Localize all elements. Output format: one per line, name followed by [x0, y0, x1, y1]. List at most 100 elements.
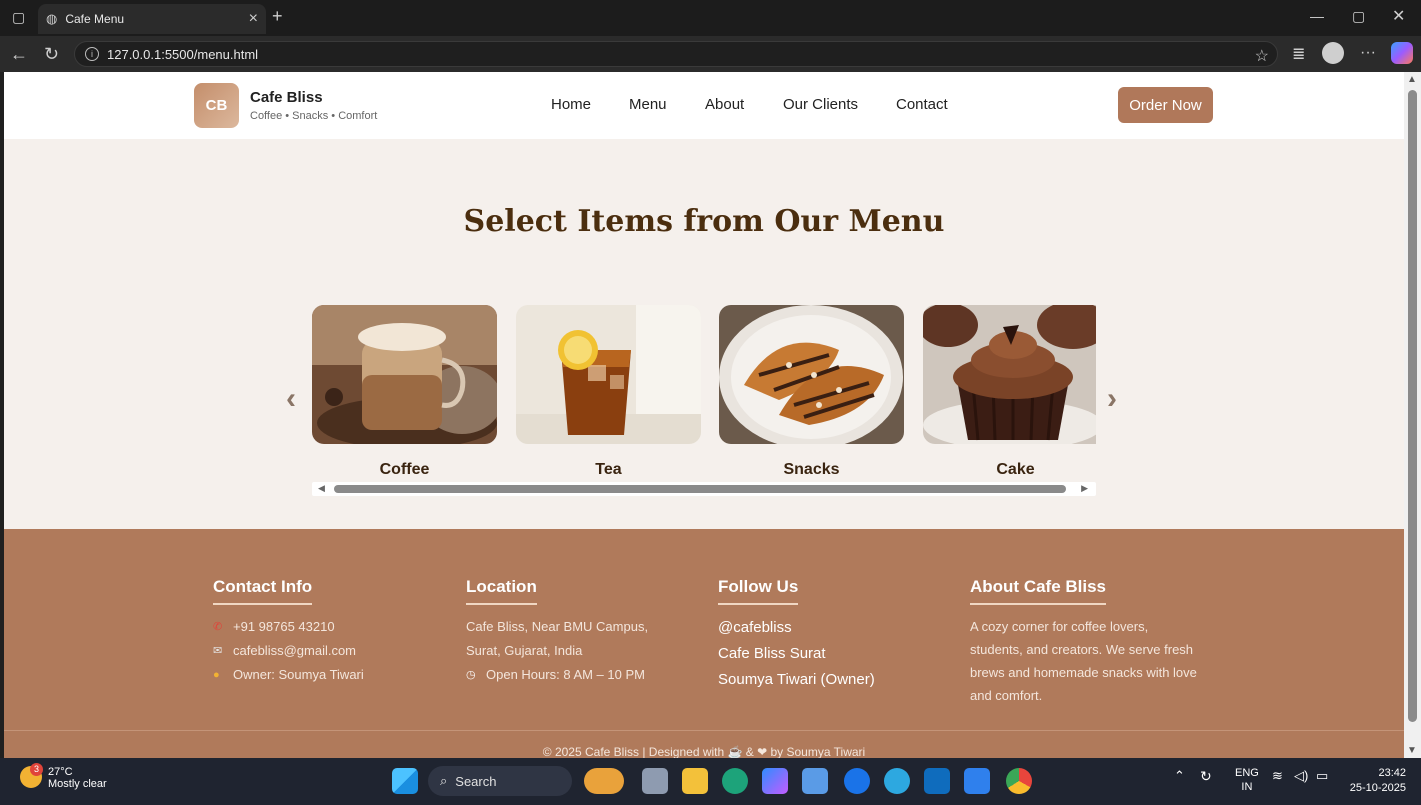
hp-icon[interactable] [844, 768, 870, 794]
email-text: cafebliss@gmail.com [233, 643, 357, 658]
nav-about[interactable]: About [705, 96, 744, 113]
social-link-instagram[interactable]: @cafebliss [718, 619, 875, 636]
wifi-icon[interactable]: ≋ [1272, 768, 1283, 784]
browser-tab[interactable]: ◍ Cafe Menu × [38, 4, 266, 34]
more-icon[interactable]: ··· [1360, 44, 1376, 62]
snacks-image [719, 305, 904, 444]
envelope-icon: ✉ [213, 645, 223, 657]
footer-location: Location Cafe Bliss, Near BMU Campus, Su… [466, 577, 648, 682]
task-view-icon[interactable] [642, 768, 668, 794]
battery-icon[interactable]: ▭ [1316, 768, 1328, 784]
clock-date: 25-10-2025 [1349, 782, 1406, 794]
address-bar[interactable]: i 127.0.0.1:5500/menu.html ☆ [74, 41, 1278, 67]
footer-phone[interactable]: ✆ +91 98765 43210 [213, 619, 364, 634]
url-text: 127.0.0.1:5500/menu.html [107, 46, 259, 62]
menu-card-label: Tea [595, 461, 622, 478]
back-icon[interactable]: ← [10, 44, 28, 65]
page-scroll-thumb[interactable] [1408, 90, 1417, 722]
language-indicator[interactable]: ENG IN [1235, 766, 1259, 794]
nav-our-clients[interactable]: Our Clients [783, 96, 858, 113]
edge-icon[interactable] [722, 768, 748, 794]
nav-contact[interactable]: Contact [896, 96, 948, 113]
carousel-scrollbar[interactable]: ◀ ▶ [312, 482, 1096, 496]
scroll-down-icon[interactable]: ▼ [1407, 745, 1417, 756]
clock-time: 23:42 [1378, 767, 1406, 779]
menu-card-tea[interactable]: Tea [516, 305, 701, 479]
copyright: © 2025 Cafe Bliss | Designed with ☕ & ❤ … [542, 745, 866, 758]
search-label: Search [455, 773, 497, 789]
favorites-icon[interactable]: ≣ [1292, 44, 1305, 64]
menu-card-coffee[interactable]: Coffee [312, 305, 497, 479]
footer-owner: ● Owner: Soumya Tiwari [213, 667, 364, 682]
window-close-icon[interactable]: ✕ [1392, 6, 1405, 26]
close-icon[interactable]: × [249, 10, 258, 28]
page-scrollbar[interactable]: ▲ ▼ [1404, 72, 1421, 758]
file-explorer-icon[interactable] [682, 768, 708, 794]
footer-email[interactable]: ✉ cafebliss@gmail.com [213, 643, 364, 658]
new-tab-icon[interactable]: + [272, 6, 283, 27]
browser-tabbar: ▢ ◍ Cafe Menu × + — ▢ ✕ [0, 0, 1421, 36]
logo-badge[interactable]: CB [194, 83, 239, 128]
footer-heading: Location [466, 577, 537, 605]
windows-start-icon[interactable] [392, 768, 418, 794]
scroll-up-icon[interactable]: ▲ [1407, 74, 1417, 85]
chevron-up-icon[interactable]: ⌃ [1174, 768, 1185, 784]
taskbar: 3 27°C Mostly clear ⌕ Search ⌃ ↻ ENG IN … [0, 758, 1421, 805]
reload-icon[interactable]: ↻ [44, 44, 59, 65]
carousel-prev-icon[interactable]: ‹ [286, 382, 296, 416]
widgets-icon[interactable] [584, 768, 624, 794]
footer-divider [4, 730, 1404, 731]
phone-icon: ✆ [213, 621, 223, 633]
brand-tagline: Coffee • Snacks • Comfort [250, 110, 378, 122]
footer-contact: Contact Info ✆ +91 98765 43210 ✉ cafebli… [213, 577, 364, 682]
address-line-1: Cafe Bliss, Near BMU Campus, [466, 619, 649, 634]
taskbar-search[interactable]: ⌕ Search [428, 766, 572, 796]
nav-home[interactable]: Home [551, 96, 591, 113]
tab-actions-icon[interactable]: ▢ [12, 9, 25, 26]
lang-bottom: IN [1241, 781, 1253, 793]
social-link-owner[interactable]: Soumya Tiwari (Owner) [718, 671, 875, 688]
order-now-button[interactable]: Order Now [1118, 87, 1213, 123]
tab-title: Cafe Menu [65, 12, 125, 26]
minimize-icon[interactable]: — [1310, 8, 1324, 24]
info-icon[interactable]: i [85, 47, 99, 61]
sync-icon[interactable]: ↻ [1200, 768, 1212, 785]
menu-card-label: Coffee [379, 461, 430, 478]
lang-top: ENG [1235, 767, 1259, 779]
cake-image [923, 305, 1096, 444]
star-icon[interactable]: ☆ [1255, 46, 1269, 66]
outlook-icon[interactable] [924, 768, 950, 794]
weather-text: Mostly clear [48, 778, 107, 790]
footer-heading: Follow Us [718, 577, 799, 605]
weather-badge: 3 [30, 763, 43, 776]
search-icon: ⌕ [440, 773, 448, 788]
person-icon: ● [213, 668, 220, 681]
footer-hours: ◷ Open Hours: 8 AM – 10 PM [466, 667, 648, 682]
carousel-next-icon[interactable]: › [1107, 382, 1117, 416]
clock[interactable]: 23:42 25-10-2025 [1346, 766, 1406, 796]
scroll-right-icon[interactable]: ▶ [1081, 483, 1088, 494]
social-link-facebook[interactable]: Cafe Bliss Surat [718, 645, 875, 662]
scroll-left-icon[interactable]: ◀ [318, 483, 325, 494]
support-icon[interactable] [884, 768, 910, 794]
weather-widget[interactable]: 3 27°C Mostly clear [20, 763, 107, 790]
copilot-app-icon[interactable] [762, 768, 788, 794]
footer-heading: Contact Info [213, 577, 313, 605]
vscode-icon[interactable] [964, 768, 990, 794]
chrome-icon[interactable] [1006, 768, 1032, 794]
address-line-2: Surat, Gujarat, India [466, 643, 583, 658]
nav-menu[interactable]: Menu [629, 96, 667, 113]
menu-card-cake[interactable]: Cake [923, 305, 1096, 479]
site-header: CB Cafe Bliss Coffee • Snacks • Comfort … [4, 72, 1404, 139]
carousel-scroll-thumb[interactable] [334, 485, 1066, 493]
maximize-icon[interactable]: ▢ [1352, 8, 1365, 25]
temperature: 27°C [48, 766, 73, 778]
copilot-icon[interactable] [1391, 42, 1413, 64]
brand-name: Cafe Bliss [250, 89, 323, 106]
footer-follow: Follow Us @cafebliss Cafe Bliss Surat So… [718, 577, 875, 688]
menu-card-snacks[interactable]: Snacks [719, 305, 904, 479]
coffee-image [312, 305, 497, 444]
store-icon[interactable] [802, 768, 828, 794]
volume-icon[interactable]: ◁) [1294, 768, 1308, 784]
profile-icon[interactable] [1322, 42, 1344, 64]
